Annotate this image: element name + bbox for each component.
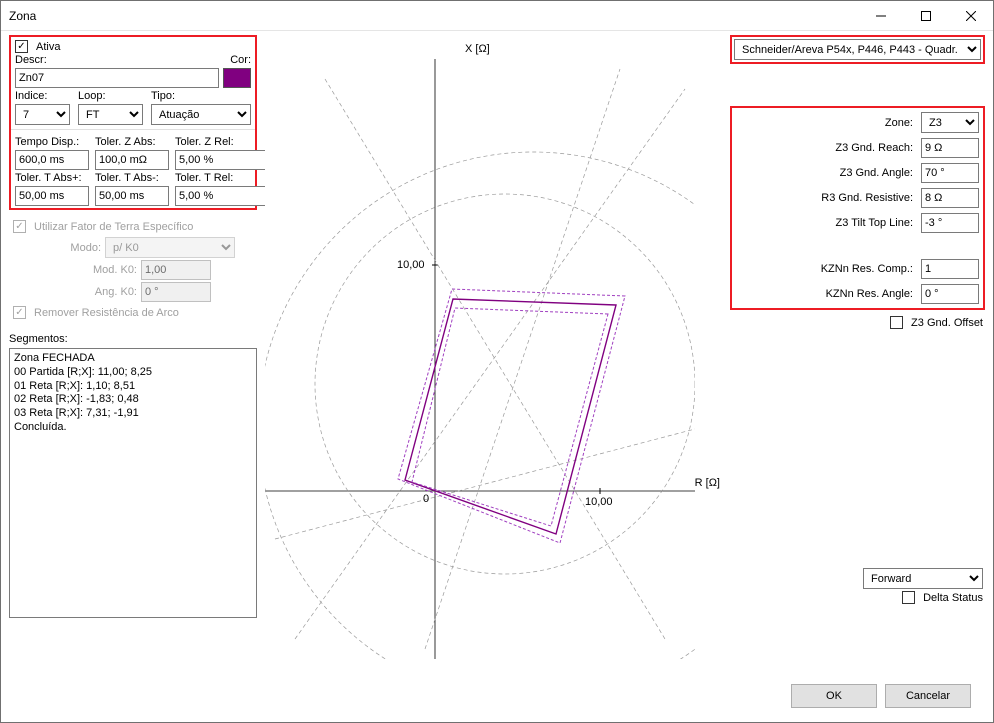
kznn-comp-label: KZNn Res. Comp.: (821, 263, 913, 275)
characteristic-select[interactable]: Schneider/Areva P54x, P446, P443 - Quadr… (734, 39, 981, 60)
descr-label: Descr: (15, 54, 226, 66)
r-axis-label: R [Ω] (695, 477, 720, 489)
zona-window: Zona Ativa Descr: Cor: (0, 0, 994, 723)
indice-label: Indice: (15, 90, 70, 102)
utilizar-checkbox (13, 220, 26, 233)
cor-label: Cor: (230, 54, 251, 66)
zone-params-box: Zone: Z3 Z3 Gnd. Reach: Z3 Gnd. Angle: R… (730, 106, 985, 310)
zone-settings-box: Ativa Descr: Cor: Indice: Loop: Tipo: (9, 35, 257, 210)
direction-select[interactable]: Forward (863, 568, 983, 589)
chart-svg (265, 39, 695, 659)
tick-y10: 10,00 (397, 259, 425, 271)
descr-input[interactable] (15, 68, 219, 88)
gnd-offset-checkbox[interactable] (890, 316, 903, 329)
minimize-button[interactable] (858, 1, 903, 31)
toler-t-absp-label: Toler. T Abs+: (15, 172, 89, 184)
toler-z-abs-input[interactable] (95, 150, 169, 170)
segmentos-text[interactable]: Zona FECHADA 00 Partida [R;X]: 11,00; 8,… (9, 348, 257, 618)
tipo-select[interactable]: Atuação (151, 104, 251, 125)
left-column: Ativa Descr: Cor: Indice: Loop: Tipo: (9, 35, 257, 714)
impedance-chart: X [Ω] R [Ω] 10,00 0 10,00 (265, 39, 722, 659)
ground-factor-panel: Utilizar Fator de Terra Específico Modo:… (9, 214, 257, 325)
kznn-comp-input[interactable] (921, 259, 979, 279)
cor-swatch[interactable] (223, 68, 251, 88)
window-title: Zona (1, 9, 858, 23)
indice-select[interactable]: 7 (15, 104, 70, 125)
toler-t-absp-input[interactable] (15, 186, 89, 206)
r3-res-label: R3 Gnd. Resistive: (821, 192, 913, 204)
toler-z-rel-label: Toler. Z Rel: (175, 136, 251, 148)
gnd-reach-label: Z3 Gnd. Reach: (835, 142, 913, 154)
tilt-input[interactable] (921, 213, 979, 233)
segmentos-label: Segmentos: (9, 333, 257, 345)
toler-z-abs-label: Toler. Z Abs: (95, 136, 169, 148)
gnd-angle-label: Z3 Gnd. Angle: (840, 167, 913, 179)
modo-label: Modo: (53, 242, 101, 254)
tempo-disp-label: Tempo Disp.: (15, 136, 89, 148)
loop-label: Loop: (78, 90, 143, 102)
ok-button[interactable]: OK (791, 684, 877, 708)
modo-select: p/ K0 (105, 237, 235, 258)
gnd-angle-input[interactable] (921, 163, 979, 183)
maximize-button[interactable] (903, 1, 948, 31)
tick-y0: 0 (423, 493, 429, 505)
dialog-buttons: OK Cancelar (783, 684, 971, 708)
cancel-button[interactable]: Cancelar (885, 684, 971, 708)
right-column: Schneider/Areva P54x, P446, P443 - Quadr… (730, 35, 985, 714)
delta-status-checkbox[interactable] (902, 591, 915, 604)
mod-k0-label: Mod. K0: (85, 264, 137, 276)
segmentos-panel: Segmentos: Zona FECHADA 00 Partida [R;X]… (9, 333, 257, 618)
ang-k0-label: Ang. K0: (85, 286, 137, 298)
utilizar-label: Utilizar Fator de Terra Específico (34, 221, 193, 233)
x-axis-label: X [Ω] (465, 43, 490, 55)
kznn-angle-input[interactable] (921, 284, 979, 304)
tick-x10: 10,00 (585, 496, 613, 508)
delta-status-label: Delta Status (923, 592, 983, 604)
toler-t-absm-input[interactable] (95, 186, 169, 206)
ativa-label: Ativa (36, 41, 60, 53)
zone-select[interactable]: Z3 (921, 112, 979, 133)
kznn-angle-label: KZNn Res. Angle: (826, 288, 913, 300)
content-area: Ativa Descr: Cor: Indice: Loop: Tipo: (1, 31, 993, 722)
remover-checkbox (13, 306, 26, 319)
tilt-label: Z3 Tilt Top Line: (836, 217, 913, 229)
ang-k0-input (141, 282, 211, 302)
close-button[interactable] (948, 1, 993, 31)
gnd-reach-input[interactable] (921, 138, 979, 158)
mod-k0-input (141, 260, 211, 280)
gnd-offset-label: Z3 Gnd. Offset (911, 317, 983, 329)
r3-res-input[interactable] (921, 188, 979, 208)
ativa-checkbox[interactable] (15, 40, 28, 53)
tempo-disp-input[interactable] (15, 150, 89, 170)
characteristic-box: Schneider/Areva P54x, P446, P443 - Quadr… (730, 35, 985, 64)
remover-label: Remover Resistência de Arco (34, 307, 179, 319)
zone-label: Zone: (885, 117, 913, 129)
chart-panel: X [Ω] R [Ω] 10,00 0 10,00 (257, 35, 730, 714)
titlebar: Zona (1, 1, 993, 31)
tipo-label: Tipo: (151, 90, 251, 102)
toler-t-absm-label: Toler. T Abs-: (95, 172, 169, 184)
loop-select[interactable]: FT (78, 104, 143, 125)
toler-t-rel-label: Toler. T Rel: (175, 172, 251, 184)
